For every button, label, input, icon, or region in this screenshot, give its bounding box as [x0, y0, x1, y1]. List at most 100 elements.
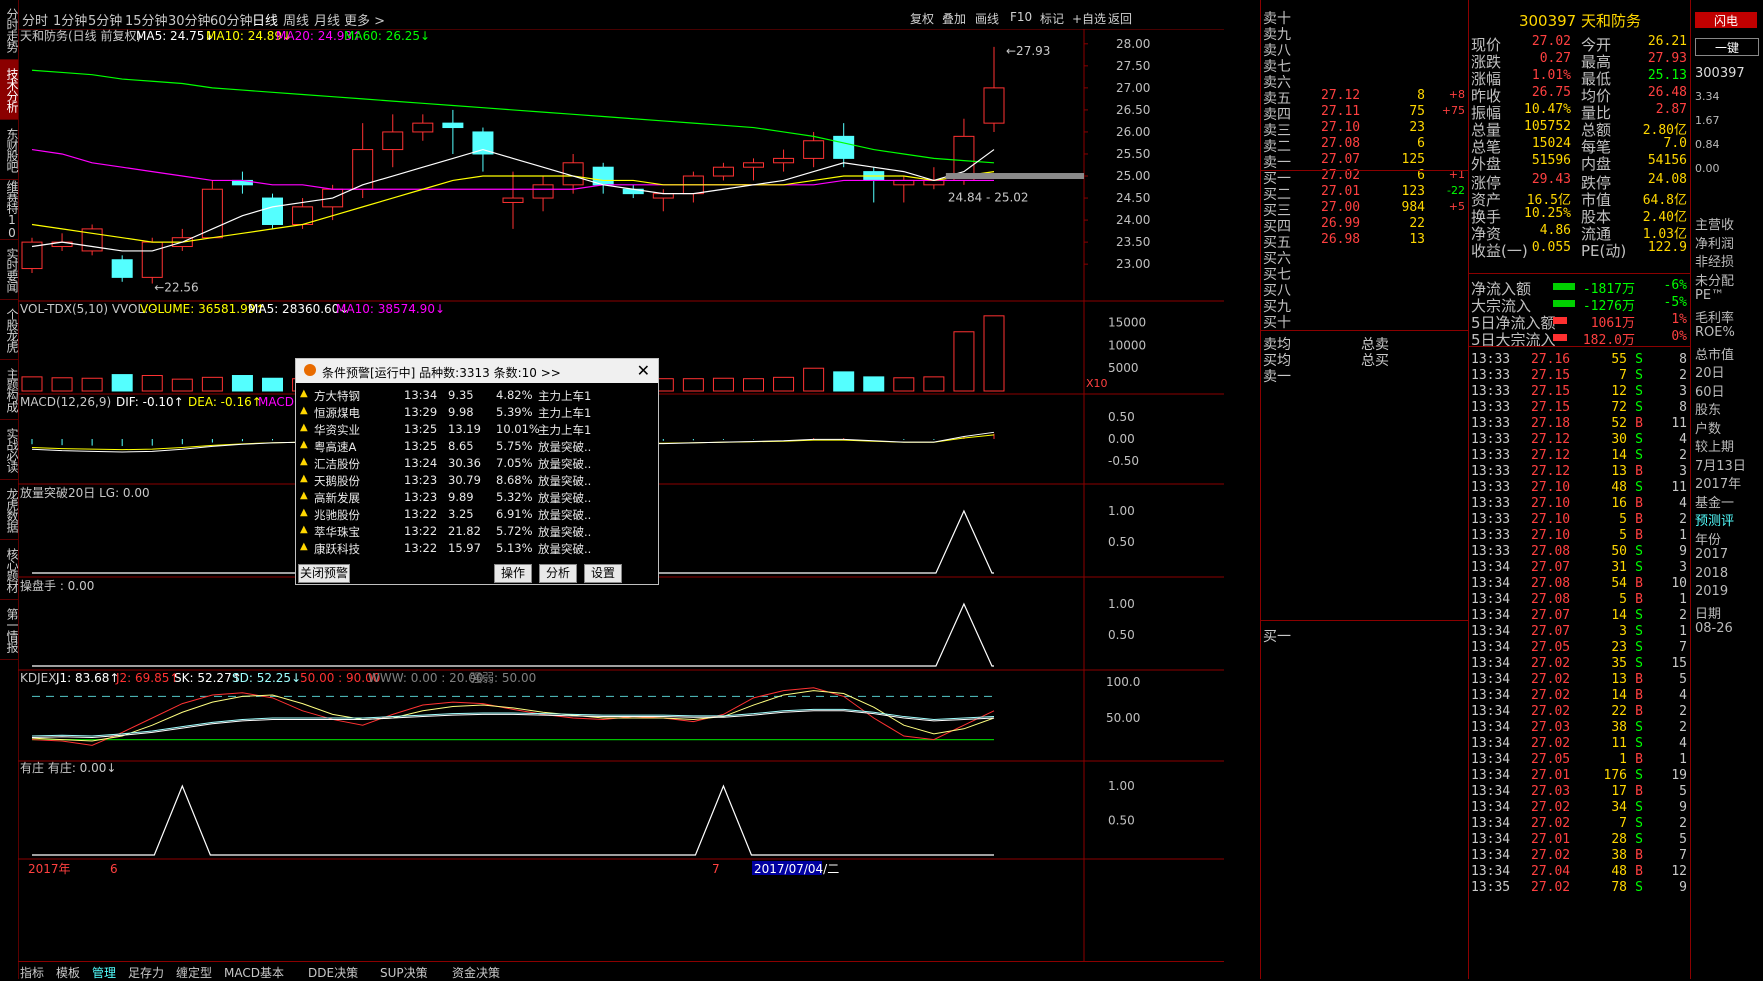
tick-side: B — [1635, 416, 1643, 431]
left-tab-4[interactable]: 实时要闻 — [0, 240, 19, 300]
book-price: 27.11 — [1321, 104, 1361, 119]
toolbar-button-4[interactable]: 标记 — [1040, 10, 1064, 27]
indicator-tab-4[interactable]: 缠定型 — [176, 964, 212, 981]
tick-volume: 78 — [1611, 880, 1627, 895]
period-5[interactable]: 60分钟 — [210, 10, 253, 29]
tick-count: 19 — [1671, 768, 1687, 783]
alert-cell: 9.89 — [448, 490, 474, 504]
left-tab-6[interactable]: 主题构成 — [0, 360, 19, 420]
tick-volume: 54 — [1611, 576, 1627, 591]
alert-cell: 4.82% — [496, 388, 533, 402]
indicator-tab-7[interactable]: SUP决策 — [380, 964, 428, 981]
left-tab-0[interactable]: 分时走势 — [0, 0, 19, 60]
tick-volume: 5 — [1619, 528, 1627, 543]
period-7[interactable]: 周线 — [283, 10, 309, 29]
tick-volume: 14 — [1611, 448, 1627, 463]
condition-alert-popup[interactable]: 条件预警[运行中] 品种数:3313 条数:10 >> ✕ ▲ 方大特钢 13:34… — [295, 358, 659, 585]
book-row: 买三 27.00 984 +5 — [1261, 200, 1469, 219]
period-3[interactable]: 15分钟 — [125, 10, 168, 29]
quote-row: 涨停 29.43 跌停 24.08 — [1469, 172, 1691, 192]
one-key-button[interactable]: 一键 — [1695, 38, 1759, 56]
left-tab-3[interactable]: 维赛特10 — [0, 180, 19, 240]
alert-row[interactable]: ▲ 兆驰股份 13:22 3.25 6.91% 放量突破.. — [300, 506, 654, 523]
alert-row[interactable]: ▲ 华资实业 13:25 13.19 10.01% 主力上车1 — [300, 421, 654, 438]
left-tab-7[interactable]: 实战必读 — [0, 420, 19, 480]
tick-count: 4 — [1679, 496, 1687, 511]
toolbar-button-5[interactable]: +自选 — [1072, 10, 1106, 27]
toolbar-button-6[interactable]: 返回 — [1108, 10, 1132, 27]
tick-row: 13:33 27.15 7 S 2 — [1469, 368, 1691, 384]
analyze-button[interactable]: 分析 — [539, 564, 577, 583]
toolbar-button-1[interactable]: 叠加 — [942, 10, 966, 27]
left-tab-9[interactable]: 核心题材 — [0, 540, 19, 600]
book-row: 卖一 27.07 125 — [1261, 152, 1469, 171]
up-arrow-icon: ▲ — [300, 456, 308, 467]
period-9[interactable]: 更多 > — [344, 10, 385, 29]
tick-count: 8 — [1679, 352, 1687, 367]
indicator-tab-1[interactable]: 模板 — [56, 964, 80, 981]
main-title-1: MA5: 24.75↓ — [136, 29, 214, 43]
book-change: +5 — [1448, 200, 1465, 213]
close-icon[interactable]: ✕ — [637, 361, 650, 380]
candle-body — [472, 131, 494, 155]
quote-value: 15024 — [1531, 136, 1571, 151]
close-alert-button[interactable]: 关闭预警 — [298, 564, 350, 583]
tick-row: 13:34 27.02 22 B 2 — [1469, 704, 1691, 720]
quote-label: PE(动) — [1581, 242, 1627, 260]
left-tab-2[interactable]: 东财股吧 — [0, 120, 19, 180]
indicator-tab-3[interactable]: 足存力 — [128, 964, 164, 981]
tick-side: S — [1635, 880, 1643, 895]
tick-count: 9 — [1679, 880, 1687, 895]
period-8[interactable]: 月线 — [314, 10, 340, 29]
book-row: 卖三 27.10 23 — [1261, 120, 1469, 139]
period-6[interactable]: 日线 — [252, 10, 278, 29]
period-2[interactable]: 5分钟 — [88, 10, 122, 29]
period-4[interactable]: 30分钟 — [168, 10, 211, 29]
tick-row: 13:34 27.08 5 B 1 — [1469, 592, 1691, 608]
tick-time: 13:33 — [1471, 528, 1511, 543]
main-title-4: MA60: 26.25↓ — [344, 29, 430, 43]
left-tab-8[interactable]: 龙虎数据 — [0, 480, 19, 540]
period-0[interactable]: 分时 — [22, 10, 48, 29]
mini-axis-label: 3.34 — [1695, 90, 1720, 103]
yz-signal-line — [32, 784, 994, 856]
left-tab-1[interactable]: 技术分析 — [0, 60, 19, 120]
period-1[interactable]: 1分钟 — [53, 10, 87, 29]
indicator-tab-8[interactable]: 资金决策 — [452, 964, 500, 981]
tick-price: 27.02 — [1531, 736, 1571, 751]
alert-cell: 30.36 — [448, 456, 481, 470]
tick-count: 1 — [1679, 752, 1687, 767]
alert-row[interactable]: ▲ 恒源煤电 13:29 9.98 5.39% 主力上车1 — [300, 404, 654, 421]
quote-value: 2.87 — [1655, 102, 1687, 117]
alert-row[interactable]: ▲ 高新发展 13:23 9.89 5.32% 放量突破.. — [300, 489, 654, 506]
indicator-tab-5[interactable]: MACD基本 — [224, 964, 284, 981]
toolbar-button-3[interactable]: F10 — [1010, 10, 1032, 24]
alert-row[interactable]: ▲ 天鹅股份 13:23 30.79 8.68% 放量突破.. — [300, 472, 654, 489]
flash-button[interactable]: 闪电 — [1695, 12, 1757, 28]
quote-value: 26.75 — [1531, 85, 1571, 100]
tick-row: 13:33 27.15 12 S 3 — [1469, 384, 1691, 400]
tick-time: 13:34 — [1471, 704, 1511, 719]
indicator-tab-2[interactable]: 管理 — [92, 964, 116, 981]
popup-header[interactable]: 条件预警[运行中] 品种数:3313 条数:10 >> ✕ — [296, 359, 658, 383]
settings-button[interactable]: 设置 — [584, 564, 622, 583]
alert-row[interactable]: ▲ 汇洁股份 13:24 30.36 7.05% 放量突破.. — [300, 455, 654, 472]
toolbar-button-0[interactable]: 复权 — [910, 10, 934, 27]
left-tab-10[interactable]: 第一情报 — [0, 600, 19, 660]
tick-row: 13:34 27.07 3 S 1 — [1469, 624, 1691, 640]
book-row: 买二 27.01 123 -22 — [1261, 184, 1469, 203]
alert-row[interactable]: ▲ 方大特钢 13:34 9.35 4.82% 主力上车1 — [300, 387, 654, 404]
book-row: 买六 — [1261, 248, 1469, 267]
quote-row: 换手 10.25% 股本 2.40亿 — [1469, 206, 1691, 226]
alert-row[interactable]: ▲ 萃华珠宝 13:22 21.82 5.72% 放量突破.. — [300, 523, 654, 540]
operate-button[interactable]: 操作 — [494, 564, 532, 583]
left-tab-5[interactable]: 个股龙虎 — [0, 300, 19, 360]
toolbar-button-2[interactable]: 画线 — [975, 10, 999, 27]
alert-row[interactable]: ▲ 康跃科技 13:22 15.97 5.13% 放量突破.. — [300, 540, 654, 557]
indicator-tab-6[interactable]: DDE决策 — [308, 964, 358, 981]
volume-bar — [833, 371, 855, 392]
alert-row[interactable]: ▲ 粤高速A 13:25 8.65 5.75% 放量突破.. — [300, 438, 654, 455]
indicator-tab-0[interactable]: 指标 — [20, 964, 44, 981]
tick-volume: 31 — [1611, 560, 1627, 575]
tick-time: 13:34 — [1471, 800, 1511, 815]
